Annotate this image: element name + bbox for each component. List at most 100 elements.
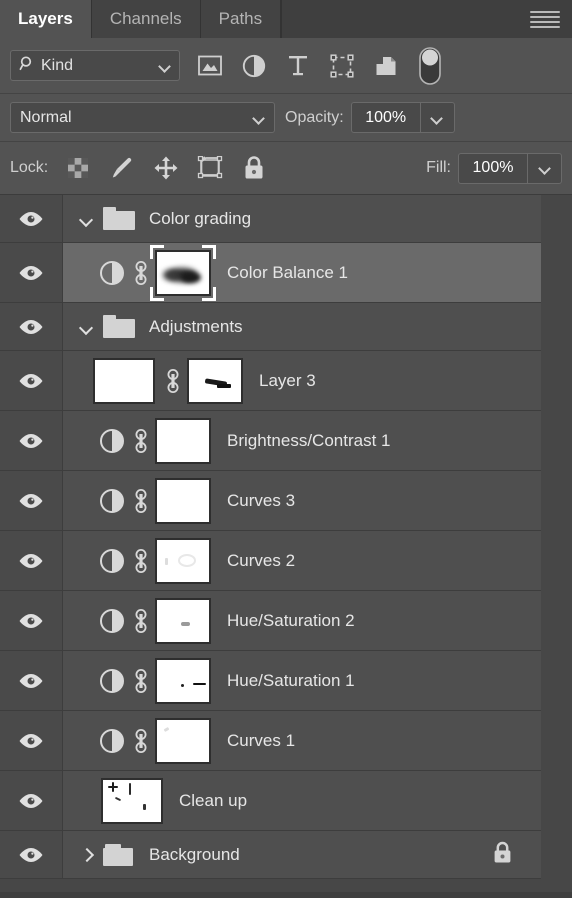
lock-image-pixels-brush-icon[interactable] xyxy=(100,150,144,186)
group-disclosure-toggle[interactable] xyxy=(75,848,97,862)
layer-mask-thumbnail[interactable] xyxy=(155,597,211,644)
layer-name[interactable]: Brightness/Contrast 1 xyxy=(227,431,390,451)
tab-paths-label: Paths xyxy=(218,9,263,28)
layer-name[interactable]: Hue/Saturation 1 xyxy=(227,671,355,691)
lock-label: Lock: xyxy=(10,159,49,176)
layer-name[interactable]: Hue/Saturation 2 xyxy=(227,611,355,631)
layer-row-body[interactable]: Color grading xyxy=(63,195,541,242)
fill-field[interactable]: 100% xyxy=(458,152,562,184)
layer-name[interactable]: Layer 3 xyxy=(259,371,316,391)
layer-mask-link-icon[interactable] xyxy=(159,368,187,394)
filter-adjustment-layers-icon[interactable] xyxy=(232,46,276,86)
chevron-down-icon[interactable] xyxy=(159,60,171,72)
layer-mask-link-icon[interactable] xyxy=(127,668,155,694)
layer-mask-thumbnail[interactable] xyxy=(155,249,211,296)
layer-name[interactable]: Color grading xyxy=(149,209,251,229)
layer-mask-thumbnail[interactable] xyxy=(155,477,211,524)
fill-stepper-chevron-down-icon[interactable] xyxy=(527,153,561,183)
opacity-field[interactable]: 100% xyxy=(350,102,455,133)
visibility-toggle[interactable] xyxy=(0,531,63,590)
visibility-toggle[interactable] xyxy=(0,711,63,770)
layer-row-clean-up[interactable]: Clean up xyxy=(0,771,541,831)
layer-row-curves-2[interactable]: Curves 2 xyxy=(0,531,541,591)
layer-row-layer-3[interactable]: Layer 3 xyxy=(0,351,541,411)
layer-name[interactable]: Background xyxy=(149,845,240,865)
tab-layers[interactable]: Layers xyxy=(0,0,92,38)
filter-toggle-switch[interactable] xyxy=(408,46,452,86)
layer-row-body[interactable]: Background xyxy=(63,831,541,878)
visibility-toggle[interactable] xyxy=(0,243,63,302)
filter-smart-object-layers-icon[interactable] xyxy=(364,46,408,86)
visibility-toggle[interactable] xyxy=(0,351,63,410)
lock-all-icon[interactable] xyxy=(232,150,276,186)
adjustment-layer-icon xyxy=(97,548,127,574)
layer-mask-link-icon[interactable] xyxy=(127,548,155,574)
filter-shape-layers-icon[interactable] xyxy=(320,46,364,86)
lock-position-move-icon[interactable] xyxy=(144,150,188,186)
layer-mask-link-icon[interactable] xyxy=(127,260,155,286)
tab-channels[interactable]: Channels xyxy=(91,0,201,38)
layer-row-color-grading[interactable]: Color grading xyxy=(0,195,541,243)
layer-mask-link-icon[interactable] xyxy=(127,488,155,514)
layer-row-curves-3[interactable]: Curves 3 xyxy=(0,471,541,531)
layer-mask-link-icon[interactable] xyxy=(127,728,155,754)
layer-mask-thumbnail[interactable] xyxy=(155,657,211,704)
layer-row-body[interactable]: Brightness/Contrast 1 xyxy=(63,411,541,470)
layer-row-body[interactable]: Hue/Saturation 1 xyxy=(63,651,541,710)
opacity-value[interactable]: 100% xyxy=(352,103,420,132)
layer-mask-link-icon[interactable] xyxy=(127,428,155,454)
hamburger-menu-icon[interactable] xyxy=(530,11,560,28)
group-disclosure-toggle[interactable] xyxy=(75,212,97,226)
visibility-toggle[interactable] xyxy=(0,591,63,650)
layer-thumbnail[interactable] xyxy=(101,777,163,824)
layer-name[interactable]: Curves 3 xyxy=(227,491,295,511)
tab-paths[interactable]: Paths xyxy=(200,0,282,38)
layer-mask-thumbnail-wrap[interactable] xyxy=(150,244,216,301)
group-disclosure-toggle[interactable] xyxy=(75,320,97,334)
layer-mask-link-icon[interactable] xyxy=(127,608,155,634)
layer-row-body[interactable]: Curves 3 xyxy=(63,471,541,530)
lock-transparent-pixels-icon[interactable] xyxy=(56,150,100,186)
layer-name[interactable]: Clean up xyxy=(179,791,247,811)
layer-row-adjustments[interactable]: Adjustments xyxy=(0,303,541,351)
visibility-toggle[interactable] xyxy=(0,411,63,470)
layer-mask-thumbnail[interactable] xyxy=(187,357,243,404)
layer-mask-thumbnail[interactable] xyxy=(155,537,211,584)
visibility-toggle[interactable] xyxy=(0,303,63,350)
layer-row-body[interactable]: Clean up xyxy=(63,771,541,830)
visibility-toggle[interactable] xyxy=(0,651,63,710)
layer-row-brightness-contrast-1[interactable]: Brightness/Contrast 1 xyxy=(0,411,541,471)
layer-row-hue-saturation-1[interactable]: Hue/Saturation 1 xyxy=(0,651,541,711)
layer-row-body[interactable]: Color Balance 1 xyxy=(63,243,541,302)
layer-thumbnail[interactable] xyxy=(93,357,155,404)
layer-row-color-balance-1[interactable]: Color Balance 1 xyxy=(0,243,541,303)
visibility-toggle[interactable] xyxy=(0,195,63,242)
layer-row-body[interactable]: Hue/Saturation 2 xyxy=(63,591,541,650)
layer-mask-thumbnail[interactable] xyxy=(155,417,211,464)
layer-row-background[interactable]: Background xyxy=(0,831,541,879)
layer-row-curves-1[interactable]: Curves 1 xyxy=(0,711,541,771)
filter-pixel-layers-icon[interactable] xyxy=(188,46,232,86)
chevron-down-icon[interactable] xyxy=(253,112,265,124)
layer-row-body[interactable]: Adjustments xyxy=(63,303,541,350)
layer-name[interactable]: Color Balance 1 xyxy=(227,263,348,283)
layer-mask-thumbnail[interactable] xyxy=(155,717,211,764)
filter-type-layers-icon[interactable] xyxy=(276,46,320,86)
layer-name[interactable]: Adjustments xyxy=(149,317,243,337)
visibility-toggle[interactable] xyxy=(0,471,63,530)
eye-icon xyxy=(19,265,43,280)
opacity-stepper-chevron-down-icon[interactable] xyxy=(419,103,454,132)
blend-mode-select[interactable]: Normal xyxy=(10,102,275,133)
filter-kind-select[interactable]: Kind xyxy=(10,50,180,81)
visibility-toggle[interactable] xyxy=(0,831,63,878)
layer-name[interactable]: Curves 2 xyxy=(227,551,295,571)
layer-row-body[interactable]: Layer 3 xyxy=(63,351,541,410)
layer-name[interactable]: Curves 1 xyxy=(227,731,295,751)
layer-row-hue-saturation-2[interactable]: Hue/Saturation 2 xyxy=(0,591,541,651)
lock-icon[interactable] xyxy=(492,840,513,869)
visibility-toggle[interactable] xyxy=(0,771,63,830)
layer-row-body[interactable]: Curves 1 xyxy=(63,711,541,770)
lock-artboard-nesting-icon[interactable] xyxy=(188,150,232,186)
fill-value[interactable]: 100% xyxy=(459,154,527,183)
layer-row-body[interactable]: Curves 2 xyxy=(63,531,541,590)
